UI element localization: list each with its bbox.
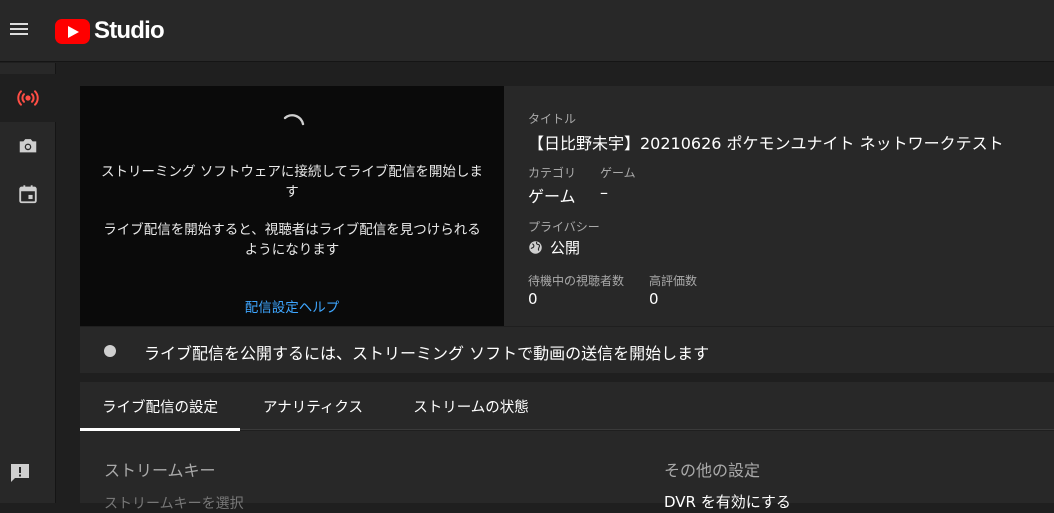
- likes-label: 高評価数: [649, 274, 698, 288]
- settings-content: ストリームキー ストリームキーを選択 その他の設定 DVR を有効にする: [80, 431, 1054, 512]
- tab-stream-health[interactable]: ストリームの状態: [386, 382, 556, 430]
- privacy-label: プライバシー: [528, 220, 600, 234]
- waiting-viewers-value: 0: [528, 290, 538, 308]
- connect-message: ストリーミング ソフトウェアに接続してライブ配信を開始します: [101, 164, 483, 200]
- privacy-value: 公開: [550, 239, 581, 257]
- other-settings-heading: その他の設定: [664, 461, 761, 480]
- title-label: タイトル: [528, 112, 577, 126]
- tab-analytics[interactable]: アナリティクス: [240, 382, 386, 430]
- loading-spinner-icon: [283, 114, 305, 126]
- left-nav: [0, 63, 56, 503]
- likes-value: 0: [649, 290, 659, 308]
- youtube-play-icon: [55, 18, 90, 44]
- status-message: ライブ配信を公開するには、ストリーミング ソフトで動画の送信を開始します: [144, 344, 710, 363]
- stream-title: 【日比野未宇】20210626 ポケモンユナイト ネットワークテスト: [528, 134, 1004, 153]
- waiting-viewers-label: 待機中の視聴者数: [528, 274, 625, 288]
- globe-icon: [529, 241, 542, 254]
- stream-info-panel: タイトル 【日比野未宇】20210626 ポケモンユナイト ネットワークテスト …: [504, 86, 1054, 326]
- feedback-icon[interactable]: [8, 461, 32, 485]
- tab-stream-settings[interactable]: ライブ配信の設定: [80, 382, 240, 431]
- stream-status-bar: ライブ配信を公開するには、ストリーミング ソフトで動画の送信を開始します: [80, 326, 1054, 373]
- settings-tabs: ライブ配信の設定 アナリティクス ストリームの状態: [80, 382, 1054, 431]
- nav-webcam[interactable]: [0, 122, 56, 170]
- studio-logo[interactable]: Studio: [55, 17, 165, 45]
- logo-text: Studio: [94, 17, 165, 44]
- game-label: ゲーム: [600, 166, 636, 180]
- menu-icon[interactable]: [10, 20, 30, 40]
- stream-preview: ストリーミング ソフトウェアに接続してライブ配信を開始します ライブ配信を開始す…: [80, 86, 504, 326]
- category-value: ゲーム: [528, 187, 576, 206]
- game-value: –: [600, 183, 608, 202]
- dvr-toggle-label[interactable]: DVR を有効にする: [664, 491, 791, 512]
- category-label: カテゴリ: [528, 166, 577, 180]
- viewers-message: ライブ配信を開始すると、視聴者はライブ配信を見つけられるようになります: [103, 222, 481, 258]
- live-icon: [17, 90, 39, 106]
- camera-icon: [19, 139, 37, 153]
- status-indicator-icon: [104, 345, 116, 357]
- top-app-bar: Studio: [0, 0, 1054, 62]
- stream-key-heading: ストリームキー: [104, 461, 216, 480]
- stream-key-select[interactable]: ストリームキーを選択: [104, 493, 244, 513]
- calendar-icon: [19, 185, 37, 204]
- nav-live-stream[interactable]: [0, 74, 56, 122]
- nav-manage[interactable]: [0, 170, 56, 218]
- stream-settings-help-link[interactable]: 配信設定ヘルプ: [80, 296, 504, 316]
